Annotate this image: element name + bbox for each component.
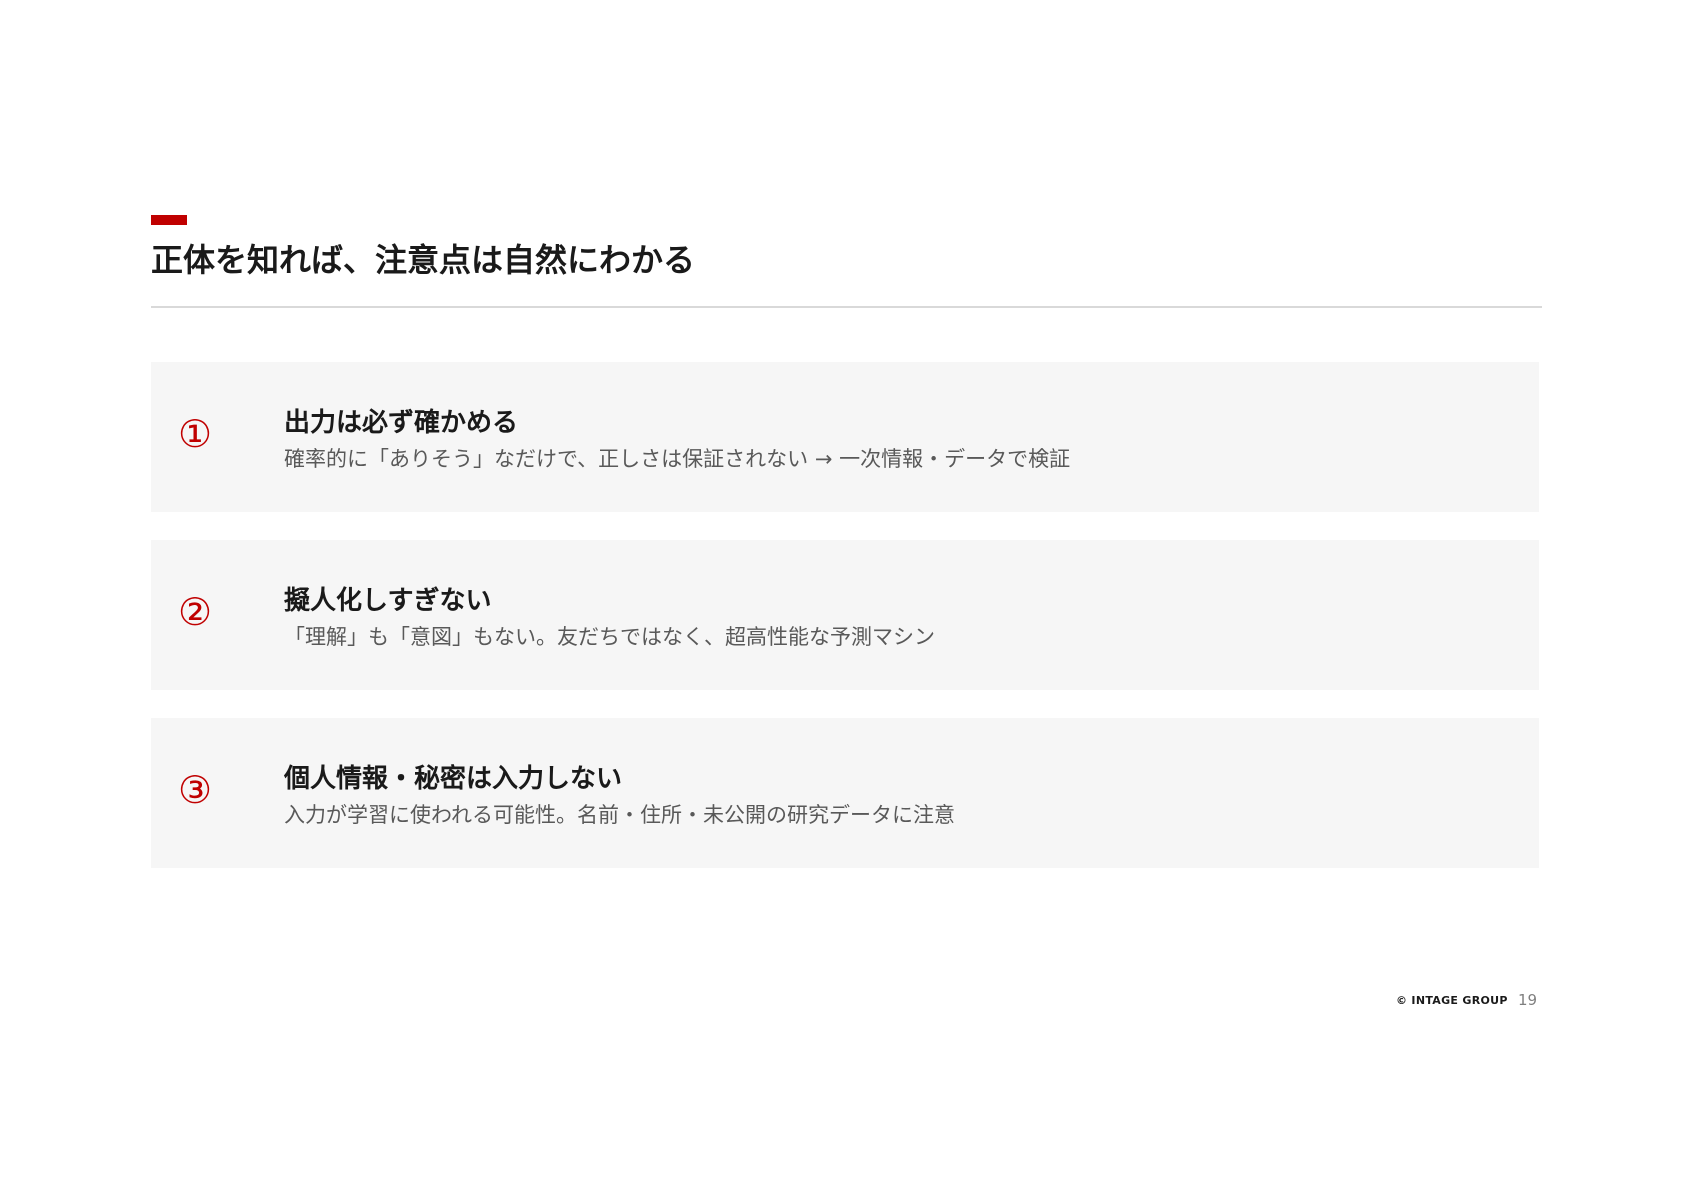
point-card-1: ① 出力は必ず確かめる 確率的に「ありそう」なだけで、正しさは保証されない → …	[151, 362, 1539, 512]
point-number: ①	[177, 412, 213, 456]
point-description: 確率的に「ありそう」なだけで、正しさは保証されない → 一次情報・データで検証	[284, 447, 1071, 471]
point-description: 入力が学習に使われる可能性。名前・住所・未公開の研究データに注意	[284, 803, 955, 827]
title-divider	[151, 306, 1542, 308]
point-card-3: ③ 個人情報・秘密は入力しない 入力が学習に使われる可能性。名前・住所・未公開の…	[151, 718, 1539, 868]
page-title: 正体を知れば、注意点は自然にわかる	[151, 241, 696, 279]
point-number: ③	[177, 768, 213, 812]
page-number: 19	[1518, 991, 1538, 1009]
point-description: 「理解」も「意図」もない。友だちではなく、超高性能な予測マシン	[284, 625, 935, 649]
point-heading: 出力は必ず確かめる	[284, 408, 519, 438]
point-heading: 個人情報・秘密は入力しない	[284, 764, 623, 794]
point-number: ②	[177, 590, 213, 634]
title-accent-bar	[151, 215, 187, 225]
footer-copyright: © INTAGE GROUP	[1396, 994, 1508, 1007]
point-heading: 擬人化しすぎない	[284, 586, 492, 616]
point-card-2: ② 擬人化しすぎない 「理解」も「意図」もない。友だちではなく、超高性能な予測マ…	[151, 540, 1539, 690]
